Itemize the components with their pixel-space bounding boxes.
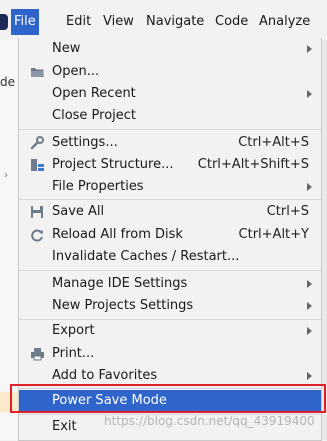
submenu-arrow-icon	[307, 90, 312, 98]
menu-item-save-all[interactable]: Save All Ctrl+S	[19, 201, 321, 223]
menu-file[interactable]: File	[11, 9, 39, 35]
menu-bar: File Edit View Navigate Code Analyze	[0, 0, 327, 41]
editor-gutter: de ›	[0, 40, 19, 440]
shortcut-label: Ctrl+Alt+Y	[238, 227, 309, 242]
shortcut-label: Ctrl+Alt+S	[238, 135, 309, 150]
submenu-arrow-icon	[307, 280, 312, 288]
highlight-box	[10, 384, 326, 413]
menu-separator	[19, 129, 321, 130]
submenu-arrow-icon	[307, 45, 312, 53]
submenu-arrow-icon	[307, 302, 312, 310]
menu-separator	[19, 199, 321, 200]
menu-edit[interactable]: Edit	[63, 9, 94, 35]
menu-item-project-structure[interactable]: Project Structure... Ctrl+Alt+Shift+S	[19, 154, 321, 176]
menu-item-reload-all[interactable]: Reload All from Disk Ctrl+Alt+Y	[19, 224, 321, 246]
reload-icon	[31, 229, 43, 242]
menu-item-print[interactable]: Print...	[19, 343, 321, 365]
menu-separator	[19, 270, 321, 271]
menu-item-close-project[interactable]: Close Project	[19, 105, 321, 127]
menu-item-invalidate-caches[interactable]: Invalidate Caches / Restart...	[19, 246, 321, 268]
menu-navigate[interactable]: Navigate	[143, 9, 207, 35]
submenu-arrow-icon	[307, 372, 312, 380]
shortcut-label: Ctrl+Alt+Shift+S	[197, 157, 309, 172]
app-icon	[0, 14, 8, 30]
menu-item-file-properties[interactable]: File Properties	[19, 176, 321, 198]
watermark: https://blog.csdn.net/qq_43919400	[104, 414, 315, 428]
wrench-icon	[30, 136, 44, 150]
menu-item-export[interactable]: Export	[19, 320, 321, 342]
menu-item-open-recent[interactable]: Open Recent	[19, 83, 321, 105]
folder-icon	[31, 68, 44, 77]
menu-view[interactable]: View	[100, 9, 137, 35]
editor-text-fragment: de	[0, 75, 15, 89]
submenu-arrow-icon	[307, 183, 312, 191]
menu-item-settings[interactable]: Settings... Ctrl+Alt+S	[19, 132, 321, 154]
shortcut-label: Ctrl+S	[266, 204, 309, 219]
menu-item-manage-ide-settings[interactable]: Manage IDE Settings	[19, 273, 321, 295]
menu-analyze[interactable]: Analyze	[256, 9, 313, 35]
printer-icon	[31, 348, 44, 361]
project-structure-icon	[31, 159, 44, 171]
file-menu-dropdown: New Open... Open Recent Close Project Se…	[18, 38, 322, 441]
menu-item-open[interactable]: Open...	[19, 61, 321, 83]
submenu-arrow-icon	[307, 327, 312, 335]
menu-item-new[interactable]: New	[19, 38, 321, 60]
menu-item-new-projects-settings[interactable]: New Projects Settings	[19, 295, 321, 317]
tree-chevron-icon: ›	[4, 170, 8, 181]
save-icon	[31, 206, 43, 218]
menu-code[interactable]: Code	[212, 9, 251, 35]
